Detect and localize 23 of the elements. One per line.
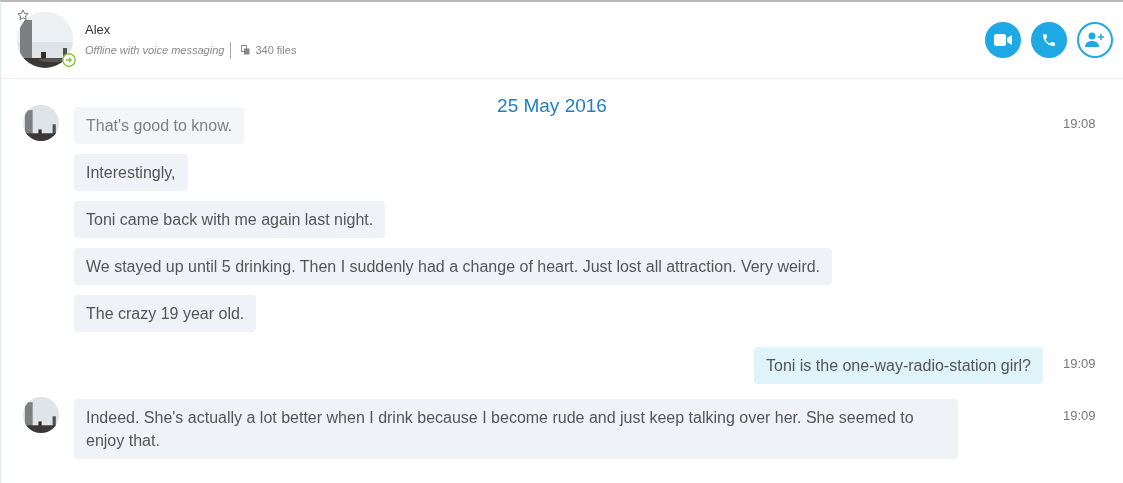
contact-name: Alex	[85, 21, 112, 37]
message-time: 19:09	[1063, 408, 1097, 423]
video-call-button[interactable]	[985, 22, 1021, 58]
add-person-icon	[1085, 32, 1105, 48]
date-heading: 25 May 2016	[497, 95, 607, 117]
message-time: 19:09	[1063, 356, 1097, 371]
call-button[interactable]	[1031, 22, 1067, 58]
video-camera-icon	[994, 34, 1012, 46]
received-message: Interestingly,	[74, 154, 188, 191]
received-message: We stayed up until 5 drinking. Then I suddenly had a change of heart. Just lost all attraction. Very weird.	[74, 248, 833, 285]
add-people-button[interactable]	[1077, 22, 1113, 58]
message-time: 19:08	[1063, 116, 1097, 131]
received-message: Indeed. She's actually a lot better when I drink because I become rude and just keep talking over her. She seemed to enjoy that.	[74, 399, 958, 459]
presence-badge-icon	[62, 53, 76, 67]
received-message: That's good to know.	[74, 107, 245, 144]
received-message: Toni came back with me again last night.	[74, 201, 386, 238]
star-icon[interactable]	[17, 9, 29, 21]
files-count[interactable]: 340 files	[255, 44, 297, 56]
sent-message: Toni is the one-way-radio-station girl?	[754, 347, 1043, 384]
contact-status: Offline with voice messaging	[85, 44, 225, 56]
files-icon	[241, 45, 251, 55]
received-message: The crazy 19 year old.	[74, 295, 257, 332]
phone-icon	[1041, 32, 1057, 48]
